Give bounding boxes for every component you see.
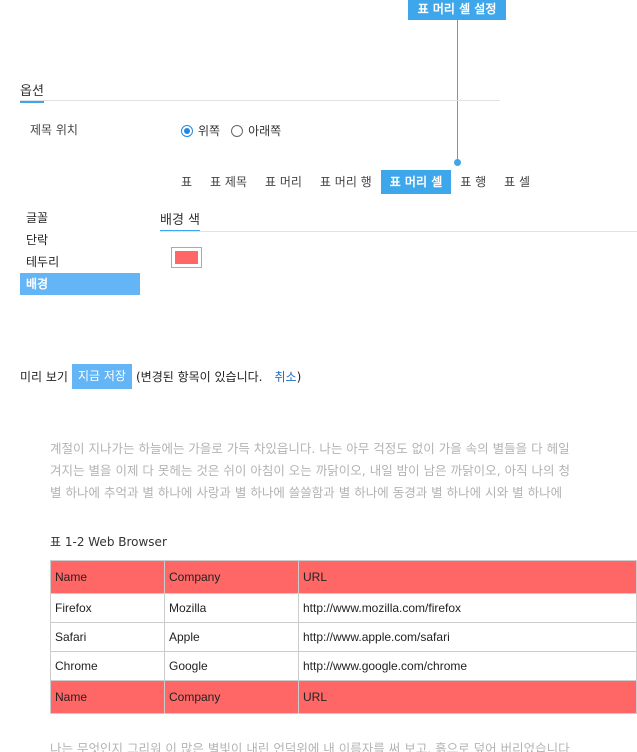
tab-table-head-cell[interactable]: 표 머리 셀 (380, 170, 452, 194)
table-cell: Mozilla (164, 593, 299, 623)
color-swatch-fill (175, 251, 198, 264)
save-now-button[interactable]: 지금 저장 (71, 364, 132, 389)
status-close-paren: ) (296, 369, 302, 384)
table-row: Safari Apple http://www.apple.com/safari (50, 622, 637, 652)
table-cell: Safari (50, 622, 165, 652)
table-cell: http://www.apple.com/safari (298, 622, 637, 652)
tab-table-head[interactable]: 표 머리 (256, 170, 311, 194)
header-cell: Name (50, 560, 165, 594)
options-divider (20, 100, 500, 101)
header-cell: Company (164, 560, 299, 594)
table-footer-row: Name Company URL (50, 680, 637, 714)
table-row: Chrome Google http://www.google.com/chro… (50, 651, 637, 681)
tab-table-row[interactable]: 표 행 (451, 170, 495, 194)
radio-top-label[interactable]: 위쪽 (198, 122, 220, 139)
table-cell: http://www.google.com/chrome (298, 651, 637, 681)
table-cell: Google (164, 651, 299, 681)
table-cell: http://www.mozilla.com/firefox (298, 593, 637, 623)
caption-position-radio-group: 위쪽 아래쪽 (181, 122, 292, 139)
callout-dot (454, 159, 461, 166)
radio-bottom-label[interactable]: 아래쪽 (248, 122, 281, 139)
radio-top[interactable] (181, 124, 193, 137)
callout-line (457, 20, 458, 162)
caption-position-label: 제목 위치 (30, 123, 78, 137)
radio-bottom[interactable] (231, 124, 244, 137)
tab-table-cell[interactable]: 표 셀 (495, 170, 539, 194)
footer-cell: URL (298, 680, 637, 714)
paragraph-line: 계절이 지나가는 하늘에는 가을로 가득 차있읍니다. 나는 아무 걱정도 없이… (50, 441, 570, 456)
table-row: Firefox Mozilla http://www.mozilla.com/f… (50, 593, 637, 623)
preview-label: 미리 보기 (20, 370, 68, 384)
paragraph-line: 겨지는 별을 이제 다 못헤는 것은 쉬이 아침이 오는 까닭이오, 내일 밤이… (50, 463, 571, 478)
footer-cell: Company (164, 680, 299, 714)
table-cell: Firefox (50, 593, 165, 623)
unsaved-status-text: (변경된 항목이 있습니다. (135, 370, 263, 384)
preview-paragraph-2: 나는 무엇인지 그리워 이 많은 별빛이 내린 언덕위에 내 이름자를 써 보고… (50, 741, 570, 752)
preview-table: Name Company URL Firefox Mozilla http://… (50, 560, 637, 714)
preview-paragraph: 계절이 지나가는 하늘에는 가을로 가득 차있읍니다. 나는 아무 걱정도 없이… (50, 438, 637, 508)
panel-divider (160, 231, 637, 232)
header-cell: URL (298, 560, 637, 594)
tab-table[interactable]: 표 (172, 170, 201, 194)
preview-bar: 미리 보기 지금 저장 (변경된 항목이 있습니다. 취소 ) (20, 364, 301, 389)
paragraph-line: 별 하나에 추억과 별 하나에 사랑과 별 하나에 쓸쓸함과 별 하나에 동경과… (50, 485, 563, 500)
table-part-tabs: 표 표 제목 표 머리 표 머리 행 표 머리 셀 표 행 표 셀 (172, 170, 539, 194)
background-color-picker[interactable] (171, 247, 202, 268)
style-category-menu: 글꼴 단락 테두리 배경 (20, 207, 140, 295)
table-caption: 표 1-2 Web Browser (50, 535, 167, 549)
side-item-font[interactable]: 글꼴 (20, 207, 140, 229)
tab-table-caption[interactable]: 표 제목 (201, 170, 256, 194)
tab-table-head-row[interactable]: 표 머리 행 (311, 170, 381, 194)
table-header-row: Name Company URL (50, 560, 637, 594)
table-cell: Apple (164, 622, 299, 652)
background-color-title: 배경 색 (160, 209, 201, 232)
callout-label: 표 머리 셀 설정 (408, 0, 506, 20)
cancel-link[interactable]: 취소 (275, 368, 297, 385)
footer-cell: Name (50, 680, 165, 714)
side-item-background[interactable]: 배경 (20, 273, 140, 295)
side-item-paragraph[interactable]: 단락 (20, 229, 140, 251)
side-item-border[interactable]: 테두리 (20, 251, 140, 273)
table-cell: Chrome (50, 651, 165, 681)
